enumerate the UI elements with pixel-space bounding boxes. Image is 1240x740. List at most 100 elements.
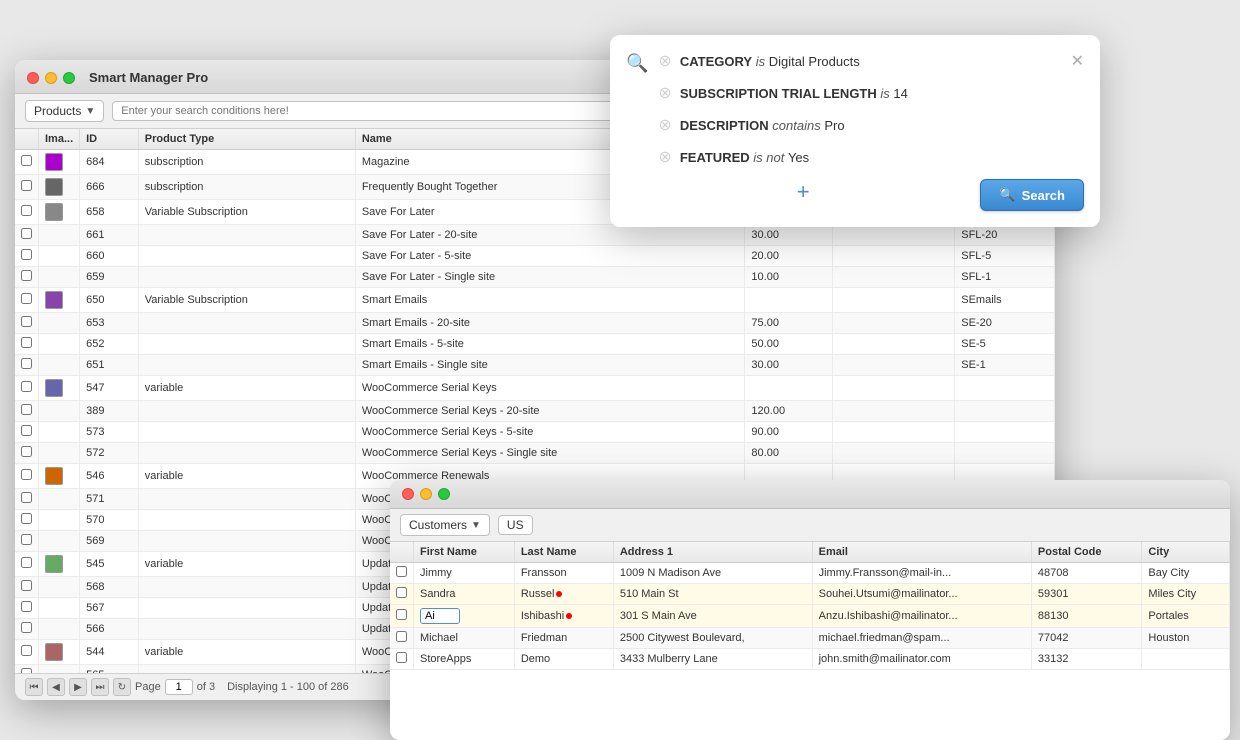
row-type (138, 577, 355, 598)
row-checkbox[interactable] (21, 205, 32, 216)
col-last-name: Last Name (514, 542, 613, 563)
row-checkbox[interactable] (21, 601, 32, 612)
row-sale-price (832, 401, 955, 422)
first-name-input[interactable] (420, 608, 460, 624)
row-checkbox[interactable] (21, 358, 32, 369)
next-page-button[interactable]: ▶ (69, 678, 87, 696)
filter-remove-button[interactable]: ⊗ (658, 51, 671, 71)
table-row: 547 variable WooCommerce Serial Keys (15, 376, 1055, 401)
row-postal: 33132 (1031, 649, 1142, 670)
prev-page-button[interactable]: ◀ (47, 678, 65, 696)
row-img-cell (39, 510, 80, 531)
filter-op: contains (772, 118, 824, 133)
row-checkbox[interactable] (21, 337, 32, 348)
filter-remove-button[interactable]: ⊗ (658, 115, 671, 135)
add-filter-button[interactable]: + (797, 179, 810, 211)
row-first-name: Michael (414, 628, 515, 649)
row-img-cell (39, 422, 80, 443)
row-checkbox-cell (15, 531, 39, 552)
customers-table-header: First Name Last Name Address 1 Email Pos… (390, 542, 1230, 563)
row-checkbox-cell (15, 355, 39, 376)
filter-row: ⊗ SUBSCRIPTION TRIAL LENGTH is 14 (658, 83, 1060, 103)
row-checkbox[interactable] (21, 180, 32, 191)
row-checkbox-cell (390, 649, 414, 670)
row-email: Souhei.Utsumi@mailinator... (812, 584, 1031, 605)
row-checkbox[interactable] (21, 513, 32, 524)
col-type: Product Type (138, 129, 355, 150)
row-sale-price (832, 225, 955, 246)
row-checkbox[interactable] (21, 293, 32, 304)
row-checkbox[interactable] (396, 631, 407, 642)
row-sku (955, 376, 1055, 401)
col-cust-checkbox (390, 542, 414, 563)
row-checkbox[interactable] (21, 425, 32, 436)
customers-maximize-button[interactable] (438, 488, 450, 500)
row-id: 545 (80, 552, 139, 577)
table-row: 660 Save For Later - 5-site 20.00 SFL-5 (15, 246, 1055, 267)
row-checkbox[interactable] (21, 316, 32, 327)
filter-key: FEATURED (680, 150, 750, 165)
col-id: ID (80, 129, 139, 150)
row-img-cell (39, 464, 80, 489)
row-sale-price (832, 313, 955, 334)
refresh-button[interactable]: ↻ (113, 678, 131, 696)
last-page-button[interactable]: ⏭ (91, 678, 109, 696)
row-sku: SFL-1 (955, 267, 1055, 288)
row-checkbox[interactable] (21, 469, 32, 480)
customers-dropdown[interactable]: Customers ▼ (400, 514, 490, 536)
row-checkbox-cell (15, 640, 39, 665)
row-checkbox[interactable] (21, 534, 32, 545)
col-first-name: First Name (414, 542, 515, 563)
row-checkbox[interactable] (21, 645, 32, 656)
row-checkbox[interactable] (21, 580, 32, 591)
row-checkbox-cell (15, 246, 39, 267)
table-row: 650 Variable Subscription Smart Emails S… (15, 288, 1055, 313)
filter-val: Pro (824, 118, 844, 133)
minimize-button[interactable] (45, 72, 57, 84)
row-checkbox-cell (15, 288, 39, 313)
filter-text: CATEGORY is Digital Products (680, 54, 860, 69)
close-button[interactable] (27, 72, 39, 84)
filter-op: is (756, 54, 769, 69)
row-checkbox-cell (15, 464, 39, 489)
row-checkbox-cell (15, 552, 39, 577)
row-first-name-edit[interactable] (414, 605, 515, 628)
row-city: Bay City (1142, 563, 1230, 584)
row-name: Smart Emails (355, 288, 745, 313)
products-dropdown[interactable]: Products ▼ (25, 100, 104, 122)
row-checkbox[interactable] (21, 492, 32, 503)
row-sale-price (832, 267, 955, 288)
row-checkbox[interactable] (396, 609, 407, 620)
row-checkbox[interactable] (21, 249, 32, 260)
row-checkbox[interactable] (21, 622, 32, 633)
row-price: 80.00 (745, 443, 832, 464)
close-popup-button[interactable]: ✕ (1071, 51, 1084, 71)
row-checkbox[interactable] (21, 446, 32, 457)
row-checkbox[interactable] (21, 155, 32, 166)
row-checkbox[interactable] (21, 270, 32, 281)
filter-remove-button[interactable]: ⊗ (658, 83, 671, 103)
customers-minimize-button[interactable] (420, 488, 432, 500)
row-sku: SE-5 (955, 334, 1055, 355)
customers-close-button[interactable] (402, 488, 414, 500)
row-id: 567 (80, 598, 139, 619)
row-checkbox[interactable] (396, 566, 407, 577)
row-img-cell (39, 355, 80, 376)
row-type (138, 619, 355, 640)
first-page-button[interactable]: ⏮ (25, 678, 43, 696)
row-checkbox[interactable] (21, 381, 32, 392)
chevron-down-icon: ▼ (85, 106, 95, 117)
row-img-cell (39, 225, 80, 246)
row-first-name: Sandra (414, 584, 515, 605)
filter-remove-button[interactable]: ⊗ (658, 147, 671, 167)
search-button[interactable]: 🔍 Search (980, 179, 1084, 211)
row-checkbox[interactable] (21, 228, 32, 239)
row-checkbox-cell (390, 584, 414, 605)
maximize-button[interactable] (63, 72, 75, 84)
row-checkbox[interactable] (21, 404, 32, 415)
page-number-input[interactable] (165, 679, 193, 695)
row-checkbox[interactable] (21, 557, 32, 568)
customers-toolbar: Customers ▼ US (390, 509, 1230, 542)
row-checkbox[interactable] (396, 587, 407, 598)
row-checkbox[interactable] (396, 652, 407, 663)
